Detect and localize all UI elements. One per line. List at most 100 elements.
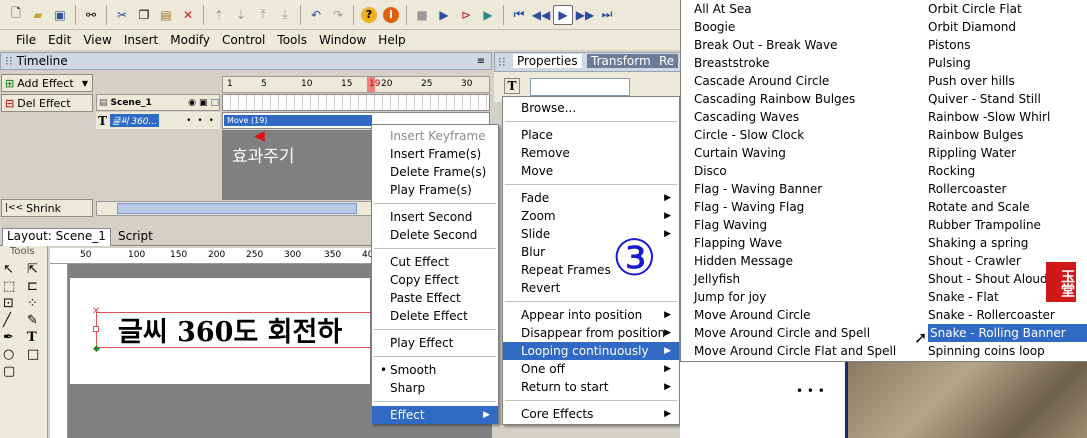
effect-item[interactable]: Hidden Message bbox=[694, 252, 914, 270]
effect-item[interactable]: Boogie bbox=[694, 18, 914, 36]
skew-tool-icon[interactable]: ⊏ bbox=[27, 279, 49, 294]
rectangle-tool-icon[interactable]: □ bbox=[27, 347, 49, 362]
help-icon[interactable]: ? bbox=[359, 5, 379, 25]
menu-view[interactable]: View bbox=[77, 33, 117, 47]
play-icon[interactable]: ▶ bbox=[434, 5, 454, 25]
effect-item[interactable]: Rubber Trampoline bbox=[928, 216, 1087, 234]
effect-item[interactable]: Flag - Waving Flag bbox=[694, 198, 914, 216]
pencil-tool-icon[interactable]: ✎ bbox=[27, 313, 49, 328]
effect-item[interactable]: Jellyfish bbox=[694, 270, 914, 288]
open-folder-icon[interactable]: ▰ bbox=[28, 5, 48, 25]
play-frame-icon[interactable]: ▶ bbox=[553, 4, 573, 25]
move-up-icon[interactable]: ⇡ bbox=[209, 5, 229, 25]
handle-square[interactable] bbox=[93, 326, 99, 332]
eye-icon[interactable]: ◉ bbox=[188, 98, 196, 108]
effect-item[interactable]: Snake - Rollercoaster bbox=[928, 306, 1087, 324]
tab-script[interactable]: Script bbox=[114, 229, 157, 243]
tab-transform[interactable]: Transform bbox=[587, 54, 655, 68]
menu-play-frames[interactable]: Play Frame(s) bbox=[372, 181, 498, 199]
menu-place[interactable]: Place bbox=[503, 126, 679, 144]
step-forward-icon[interactable]: ▶▶ bbox=[575, 5, 595, 25]
menu-file[interactable]: File bbox=[10, 33, 42, 47]
tab-re[interactable]: Re bbox=[655, 54, 679, 68]
effect-item[interactable]: Rippling Water bbox=[928, 144, 1087, 162]
ellipse-tool-icon[interactable]: ○ bbox=[3, 347, 25, 362]
menu-insert-keyframe[interactable]: Insert Keyframe bbox=[372, 127, 498, 145]
menu-insert[interactable]: Insert bbox=[118, 33, 164, 47]
menu-disappear-from-position[interactable]: Disappear from position ▶ bbox=[503, 324, 679, 342]
effect-item-selected[interactable]: Snake - Rolling Banner bbox=[928, 324, 1087, 342]
outline-icon[interactable]: □ bbox=[210, 98, 219, 108]
menu-edit[interactable]: Edit bbox=[42, 33, 77, 47]
arrow-tool-icon[interactable]: ↖ bbox=[3, 262, 25, 277]
menu-delete-effect[interactable]: Delete Effect bbox=[372, 307, 498, 325]
effect-item[interactable]: Disco bbox=[694, 162, 914, 180]
effect-item[interactable]: Flapping Wave bbox=[694, 234, 914, 252]
effect-item[interactable]: Cascade Around Circle bbox=[694, 72, 914, 90]
rewind-start-icon[interactable]: ⏮ bbox=[509, 5, 529, 25]
menu-control[interactable]: Control bbox=[216, 33, 271, 47]
menu-sharp[interactable]: Sharp bbox=[372, 379, 498, 397]
menu-remove[interactable]: Remove bbox=[503, 144, 679, 162]
menu-play-effect[interactable]: Play Effect bbox=[372, 334, 498, 352]
line-tool-icon[interactable]: ╱ bbox=[3, 313, 25, 328]
menu-insert-frames[interactable]: Insert Frame(s) bbox=[372, 145, 498, 163]
resize-tool-icon[interactable]: ⬚ bbox=[3, 279, 25, 294]
play-layer-icon[interactable]: ▶ bbox=[478, 5, 498, 25]
effect-item[interactable]: Rocking bbox=[928, 162, 1087, 180]
tab-layout[interactable]: Layout: Scene_1 bbox=[2, 228, 111, 246]
move-down-icon[interactable]: ⇣ bbox=[231, 5, 251, 25]
scroll-thumb[interactable] bbox=[117, 203, 357, 214]
effect-item[interactable]: Cascading Waves bbox=[694, 108, 914, 126]
new-file-icon[interactable]: 🗋 bbox=[6, 5, 26, 25]
effect-item[interactable]: Circle - Slow Clock bbox=[694, 126, 914, 144]
menu-paste-effect[interactable]: Paste Effect bbox=[372, 289, 498, 307]
effect-item[interactable]: Rainbow -Slow Whirl bbox=[928, 108, 1087, 126]
effect-item[interactable]: Cascading Rainbow Bulges bbox=[694, 90, 914, 108]
move-effect-bar[interactable]: Move (19) bbox=[224, 115, 372, 126]
menu-delete-second[interactable]: Delete Second bbox=[372, 226, 498, 244]
transform-tool-icon[interactable]: ⁘ bbox=[27, 296, 49, 311]
effect-item[interactable]: Push over hills bbox=[928, 72, 1087, 90]
add-effect-button[interactable]: ⊞ Add Effect ▼ bbox=[1, 74, 93, 92]
effect-item[interactable]: Flag - Waving Banner bbox=[694, 180, 914, 198]
properties-name-input[interactable] bbox=[530, 78, 630, 96]
panel-menu-icon[interactable]: ≡ bbox=[477, 56, 485, 67]
pen-tool-icon[interactable]: ✒ bbox=[3, 330, 25, 345]
effect-item[interactable]: Rollercoaster bbox=[928, 180, 1087, 198]
text-tool-icon[interactable]: T bbox=[27, 330, 49, 345]
effect-item[interactable]: All At Sea bbox=[694, 0, 914, 18]
move-bottom-icon[interactable]: ⤓ bbox=[275, 5, 295, 25]
effect-item[interactable]: Orbit Diamond bbox=[928, 18, 1087, 36]
effect-item[interactable]: Move Around Circle Flat and Spell bbox=[694, 342, 914, 360]
menu-zoom[interactable]: Zoom ▶ bbox=[503, 207, 679, 225]
menu-core-effects[interactable]: Core Effects ▶ bbox=[503, 405, 679, 423]
menu-tools[interactable]: Tools bbox=[271, 33, 313, 47]
effect-item[interactable]: Break Out - Break Wave bbox=[694, 36, 914, 54]
effect-item[interactable]: Move Around Circle and Spell bbox=[694, 324, 914, 342]
find-icon[interactable]: ⚯ bbox=[81, 5, 101, 25]
effect-item[interactable]: Shaking a spring bbox=[928, 234, 1087, 252]
effect-item[interactable]: Quiver - Stand Still bbox=[928, 90, 1087, 108]
menu-fade[interactable]: Fade ▶ bbox=[503, 189, 679, 207]
move-top-icon[interactable]: ⤒ bbox=[253, 5, 273, 25]
menu-effect[interactable]: Effect ▶ bbox=[372, 406, 498, 424]
effect-item[interactable]: Rotate and Scale bbox=[928, 198, 1087, 216]
menu-one-off[interactable]: One off ▶ bbox=[503, 360, 679, 378]
menu-cut-effect[interactable]: Cut Effect bbox=[372, 253, 498, 271]
effect-item[interactable]: Curtain Waving bbox=[694, 144, 914, 162]
paste-icon[interactable]: ▤ bbox=[156, 5, 176, 25]
redo-icon[interactable]: ↷ bbox=[328, 5, 348, 25]
step-back-icon[interactable]: ◀◀ bbox=[531, 5, 551, 25]
menu-appear-into-position[interactable]: Appear into position ▶ bbox=[503, 306, 679, 324]
play-scene-icon[interactable]: ⊳ bbox=[456, 5, 476, 25]
layer-row[interactable]: T 글씨 360... ••• bbox=[96, 112, 220, 129]
del-effect-button[interactable]: ⊟ Del Effect bbox=[1, 94, 93, 112]
menu-modify[interactable]: Modify bbox=[164, 33, 216, 47]
menu-move[interactable]: Move bbox=[503, 162, 679, 180]
stop-icon[interactable]: ■ bbox=[412, 5, 432, 25]
menu-copy-effect[interactable]: Copy Effect bbox=[372, 271, 498, 289]
forward-end-icon[interactable]: ⏭ bbox=[597, 5, 617, 25]
effect-item[interactable]: Flag Waving bbox=[694, 216, 914, 234]
effect-item[interactable]: Pistons bbox=[928, 36, 1087, 54]
